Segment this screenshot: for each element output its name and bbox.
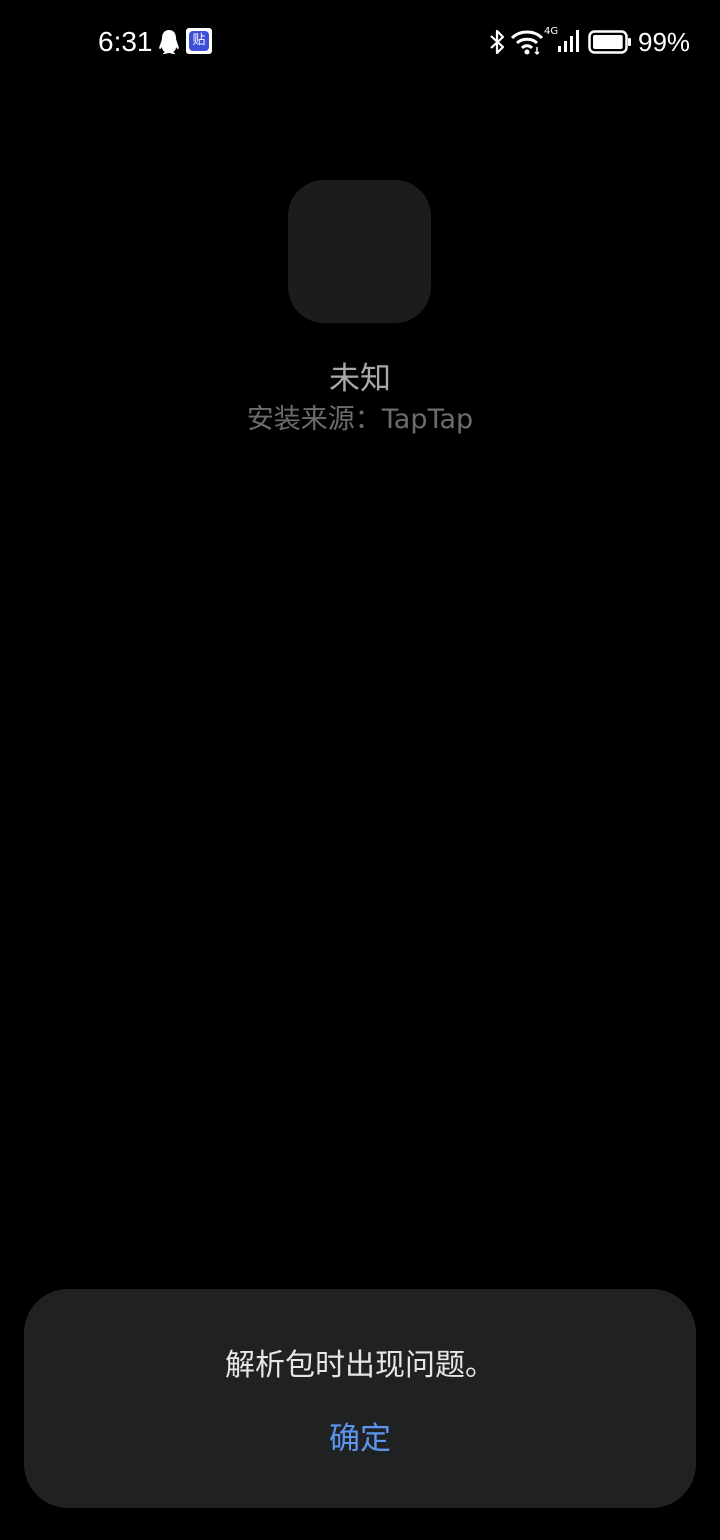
qq-icon	[159, 30, 179, 54]
tieba-glyph: 贴	[189, 31, 209, 51]
battery-percent: 99%	[638, 27, 691, 57]
signal-icon	[558, 30, 579, 52]
dialog-message: 解析包时出现问题。	[225, 1348, 495, 1383]
install-source: 安装来源：TapTap	[246, 404, 474, 435]
status-time: 6:31	[98, 26, 153, 57]
battery-icon	[588, 30, 631, 54]
confirm-button[interactable]: 确定	[300, 1411, 420, 1467]
status-bar: 6:31 贴 4G 99%	[0, 0, 720, 84]
bluetooth-icon	[490, 29, 505, 55]
tieba-icon: 贴	[186, 28, 212, 54]
app-icon	[288, 180, 431, 323]
wifi-icon	[510, 30, 544, 56]
battery-fill	[593, 35, 623, 49]
app-name: 未知	[329, 361, 391, 397]
error-dialog: 解析包时出现问题。 确定	[24, 1289, 696, 1508]
